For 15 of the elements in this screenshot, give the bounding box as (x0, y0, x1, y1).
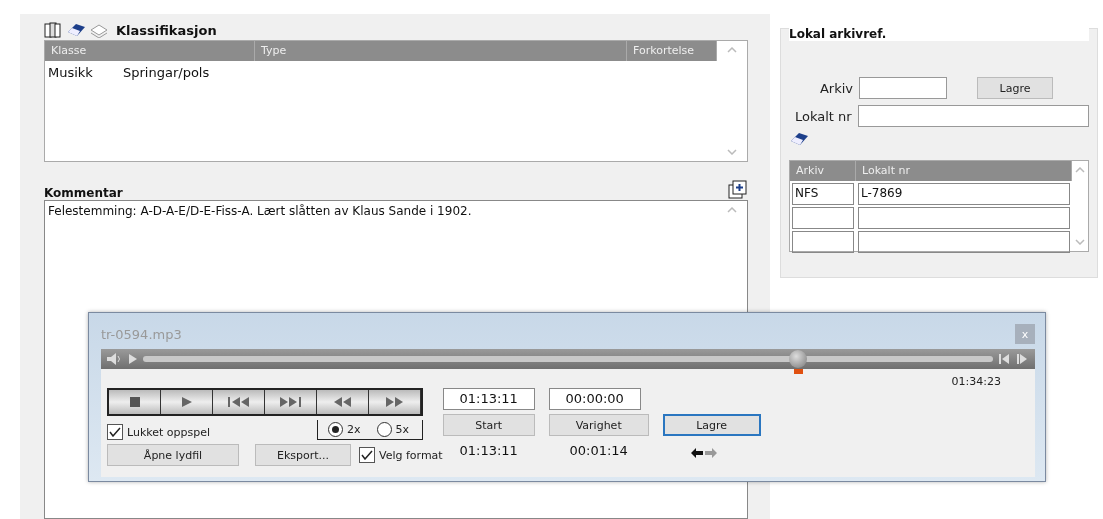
radio-label: 5x (395, 423, 410, 436)
start-time: 01:13:11 (458, 442, 519, 460)
table-cell-text: Musikk (47, 64, 94, 82)
radio-label: 2x (347, 423, 361, 436)
checkbox-label: Lukket oppspel (127, 425, 211, 439)
table-cell-text: Springar/pols (122, 64, 211, 82)
comment-label: Kommentar (44, 186, 123, 200)
checkbox-label: Velg format (379, 448, 443, 462)
local-number-label: Lokalt nr (794, 108, 852, 124)
panel-title: Lokal arkivref. (789, 27, 1089, 41)
arkiv-label: Arkiv (818, 80, 853, 96)
dialog-title: tr-0594.mp3 (101, 326, 182, 342)
duration-time: 00:01:14 (568, 442, 629, 460)
total-time: 01:34:23 (951, 375, 1001, 388)
section-title: Klassifikasjon (116, 22, 217, 38)
